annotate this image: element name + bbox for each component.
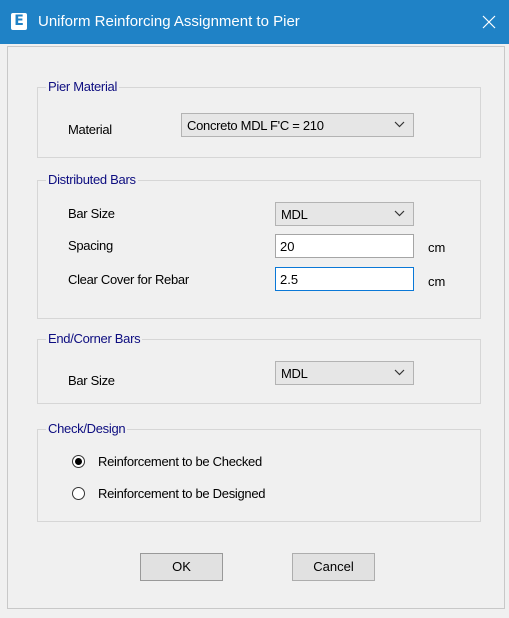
clear-cover-label: Clear Cover for Rebar <box>68 272 189 287</box>
pier-material-legend: Pier Material <box>46 79 120 94</box>
window-title: Uniform Reinforcing Assignment to Pier <box>38 13 300 30</box>
close-icon <box>482 15 496 29</box>
close-button[interactable] <box>469 0 509 44</box>
distributed-bar-size-dropdown[interactable]: MDL <box>275 202 414 226</box>
bar-size-label: Bar Size <box>68 206 115 221</box>
distributed-bars-legend: Distributed Bars <box>46 172 138 187</box>
etabs-app-icon: E <box>11 13 27 30</box>
chevron-down-icon <box>394 121 405 128</box>
check-design-legend: Check/Design <box>46 421 128 436</box>
spacing-input[interactable] <box>275 234 414 258</box>
distributed-bar-size-value: MDL <box>281 207 308 222</box>
end-corner-bars-legend: End/Corner Bars <box>46 331 143 346</box>
dialog-body: Pier Material Material Concreto MDL F'C … <box>7 46 505 609</box>
pier-material-group: Pier Material Material Concreto MDL F'C … <box>37 79 481 158</box>
distributed-bars-group: Distributed Bars Bar Size MDL Spacing cm… <box>37 172 481 319</box>
spacing-label: Spacing <box>68 238 113 253</box>
check-design-group: Check/Design Reinforcement to be Checked… <box>37 421 481 522</box>
material-label: Material <box>68 122 112 137</box>
material-dropdown[interactable]: Concreto MDL F'C = 210 <box>181 113 414 137</box>
radio-reinforcement-checked-label[interactable]: Reinforcement to be Checked <box>98 454 262 469</box>
chevron-down-icon <box>394 210 405 217</box>
clear-cover-unit: cm <box>428 274 446 289</box>
cancel-button[interactable]: Cancel <box>292 553 375 581</box>
chevron-down-icon <box>394 369 405 376</box>
radio-reinforcement-checked[interactable] <box>72 455 85 468</box>
end-corner-bars-group: End/Corner Bars Bar Size MDL <box>37 331 481 404</box>
end-bar-size-value: MDL <box>281 366 308 381</box>
material-dropdown-value: Concreto MDL F'C = 210 <box>187 118 324 133</box>
end-bar-size-label: Bar Size <box>68 373 115 388</box>
radio-reinforcement-designed-label[interactable]: Reinforcement to be Designed <box>98 486 266 501</box>
end-bar-size-dropdown[interactable]: MDL <box>275 361 414 385</box>
radio-reinforcement-designed[interactable] <box>72 487 85 500</box>
ok-button[interactable]: OK <box>140 553 223 581</box>
title-bar: E Uniform Reinforcing Assignment to Pier <box>0 0 509 44</box>
clear-cover-input[interactable] <box>275 267 414 291</box>
spacing-unit: cm <box>428 240 446 255</box>
